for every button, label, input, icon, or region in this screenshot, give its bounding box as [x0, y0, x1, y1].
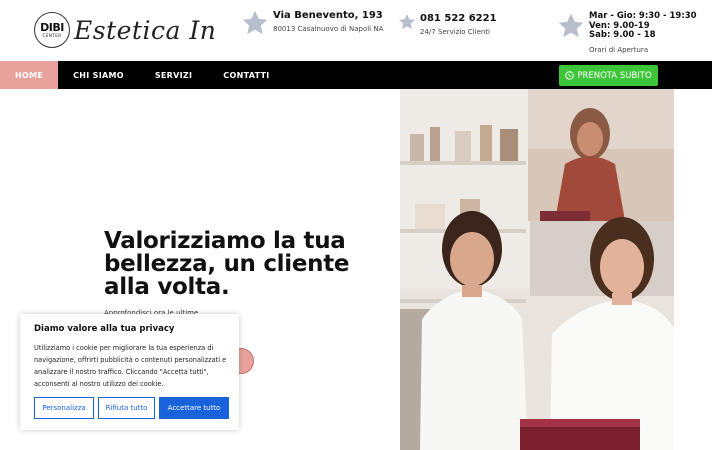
hours-info: Mar - Gio: 9:30 - 19:30 Ven: 9.00-19 Sab… — [557, 11, 697, 56]
phone-number[interactable]: 081 522 6221 — [420, 12, 497, 26]
whatsapp-icon — [565, 71, 575, 80]
reject-all-button[interactable]: Rifiuta tutto — [98, 397, 155, 419]
nav-item-servizi[interactable]: SERVIZI — [155, 61, 192, 89]
book-now-button[interactable]: PRENOTA SUBITO — [559, 65, 658, 86]
nav-item-contatti[interactable]: CONTATTI — [223, 61, 269, 89]
cookie-text: Utilizziamo i cookie per migliorare la t… — [34, 344, 227, 388]
phone-info: 081 522 6221 24/7 Servizio Clienti — [398, 12, 497, 38]
hours-subtitle: Orari di Apertura — [589, 45, 649, 54]
top-bar: DIBI CENTER Estetica In Via Benevento, 1… — [0, 0, 720, 61]
star-icon — [398, 13, 416, 31]
customize-button[interactable]: Personalizza — [34, 397, 94, 419]
nav-item-home[interactable]: HOME — [0, 61, 59, 89]
nav-item-chi-siamo[interactable]: CHI SIAMO — [73, 61, 124, 89]
address-info: Via Benevento, 193 80013 Casalnuovo di N… — [241, 9, 383, 37]
cookie-banner: Diamo valore alla tua privacy Utilizziam… — [20, 314, 239, 430]
star-icon — [557, 12, 585, 40]
hero-photo — [400, 89, 674, 450]
address-title: Via Benevento, 193 — [273, 10, 383, 21]
logo[interactable]: DIBI CENTER Estetica In — [34, 12, 216, 48]
main-nav: HOME CHI SIAMO SERVIZI CONTATTI PRENOTA … — [0, 61, 712, 89]
phone-subtitle: 24/7 Servizio Clienti — [420, 28, 490, 36]
hours-line-3: Sab: 9.00 - 18 — [589, 30, 656, 40]
logo-wordmark: Estetica In — [74, 15, 217, 45]
cookie-title: Diamo valore alla tua privacy — [34, 324, 175, 334]
cookie-buttons: Personalizza Rifiuta tutto Accettare tut… — [34, 397, 229, 419]
logo-badge-subtext: CENTER — [42, 33, 62, 38]
address-subtitle: 80013 Casalnuovo di Napoli NA — [273, 25, 384, 33]
hero-title: Valorizziamo la tua bellezza, un cliente… — [104, 228, 350, 300]
star-icon — [241, 9, 269, 37]
accept-all-button[interactable]: Accettare tutto — [159, 397, 229, 419]
logo-badge-text: DIBI — [40, 21, 64, 34]
book-now-label: PRENOTA SUBITO — [577, 70, 652, 81]
logo-badge: DIBI CENTER — [34, 12, 70, 48]
